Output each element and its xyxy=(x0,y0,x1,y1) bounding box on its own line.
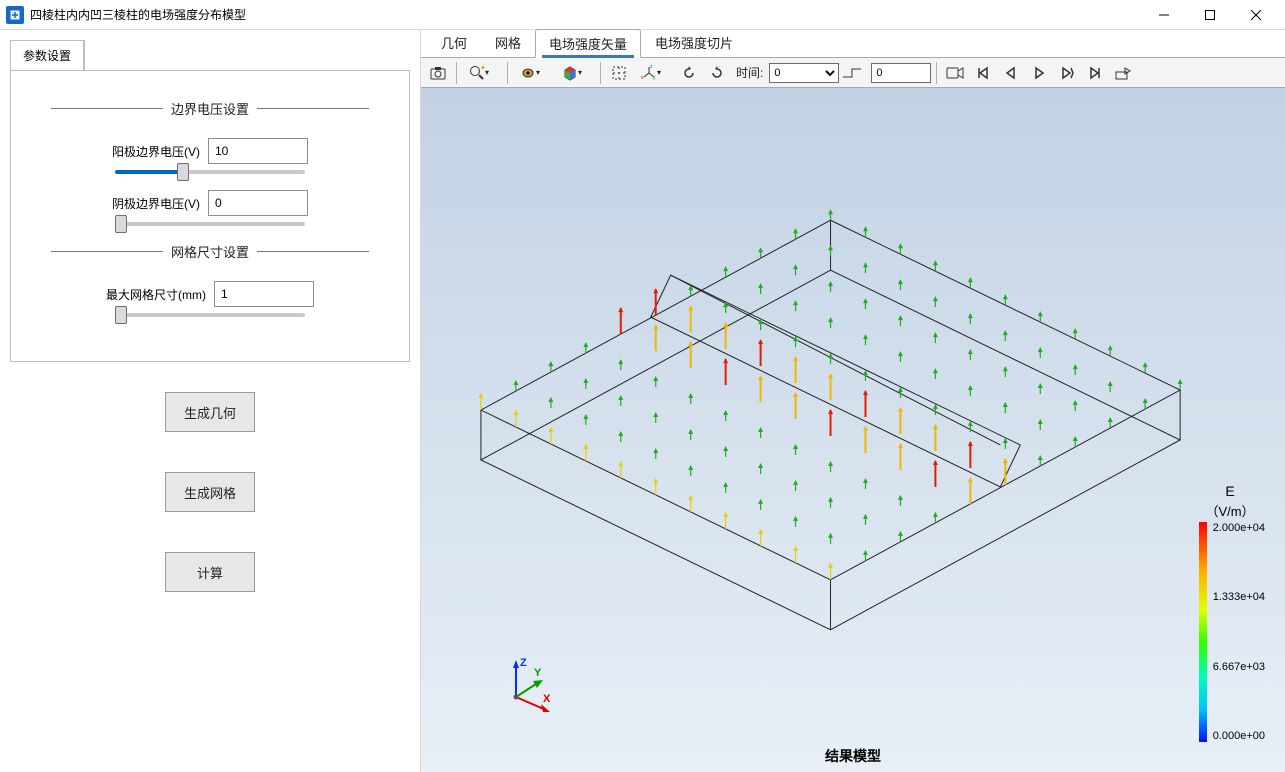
max-mesh-input[interactable] xyxy=(214,281,314,307)
svg-text:y: y xyxy=(653,75,656,81)
group-voltage: 边界电压设置 阳极边界电压(V) 阴极边界电压(V) xyxy=(51,99,369,226)
rotate-cw-icon[interactable] xyxy=(704,61,730,85)
tab-geometry[interactable]: 几何 xyxy=(427,28,481,57)
colorbar-unit: （V/m） xyxy=(1195,501,1265,520)
axis-gizmo: Z X Y xyxy=(501,652,561,712)
play-icon[interactable] xyxy=(1026,61,1052,85)
maximize-button[interactable] xyxy=(1187,0,1233,30)
viewer-3d[interactable]: Z X Y E （V/m） 2.000e+04 1.333e+04 6.667e… xyxy=(421,88,1285,772)
action-buttons: 生成几何 生成网格 计算 xyxy=(10,392,410,592)
colorbar: E （V/m） 2.000e+04 1.333e+04 6.667e+03 0.… xyxy=(1195,483,1265,742)
anode-voltage-label: 阳极边界电压(V) xyxy=(112,143,200,160)
anode-voltage-input[interactable] xyxy=(208,138,308,164)
tab-efield-vector[interactable]: 电场强度矢量 xyxy=(535,29,641,58)
titlebar: 四棱柱内内凹三棱柱的电场强度分布模型 xyxy=(0,0,1285,30)
group-mesh: 网格尺寸设置 最大网格尺寸(mm) xyxy=(51,242,369,317)
cathode-voltage-label: 阴极边界电压(V) xyxy=(112,195,200,212)
left-tabs: 参数设置 xyxy=(10,40,85,71)
svg-text:Z: Z xyxy=(520,657,527,669)
snapshot-icon[interactable] xyxy=(425,61,451,85)
svg-text:X: X xyxy=(543,693,551,705)
cube-icon[interactable]: ▾ xyxy=(555,61,595,85)
generate-geometry-button[interactable]: 生成几何 xyxy=(165,392,255,432)
close-button[interactable] xyxy=(1233,0,1279,30)
next-frame-icon[interactable] xyxy=(1054,61,1080,85)
fit-view-icon[interactable] xyxy=(606,61,632,85)
svg-text:Y: Y xyxy=(534,667,542,679)
colorbar-strip xyxy=(1199,522,1207,742)
window-title: 四棱柱内内凹三棱柱的电场强度分布模型 xyxy=(30,6,1141,23)
tab-efield-slice[interactable]: 电场强度切片 xyxy=(641,28,747,57)
record-icon[interactable] xyxy=(942,61,968,85)
rotate-ccw-icon[interactable] xyxy=(676,61,702,85)
zoom-icon[interactable]: ✦▾ xyxy=(462,61,502,85)
settings-box: 边界电压设置 阳极边界电压(V) 阴极边界电压(V) 网格尺寸设 xyxy=(10,70,410,362)
tab-params[interactable]: 参数设置 xyxy=(11,41,84,70)
svg-text:x: x xyxy=(641,75,644,81)
time-input[interactable] xyxy=(871,63,931,83)
select-icon[interactable]: ▾ xyxy=(513,61,553,85)
prev-frame-icon[interactable] xyxy=(998,61,1024,85)
viewer-toolbar: ✦▾ ▾ ▾ zxy▾ 时间: 0 xyxy=(421,58,1285,88)
svg-text:z: z xyxy=(650,65,653,70)
first-frame-icon[interactable] xyxy=(970,61,996,85)
cathode-voltage-slider[interactable] xyxy=(115,222,305,226)
step-icon xyxy=(841,66,869,80)
max-mesh-label: 最大网格尺寸(mm) xyxy=(106,286,206,303)
right-tabs: 几何 网格 电场强度矢量 电场强度切片 xyxy=(421,30,1285,58)
anode-voltage-slider[interactable] xyxy=(115,170,305,174)
colorbar-label: E xyxy=(1195,483,1265,499)
colorbar-ticks: 2.000e+04 1.333e+04 6.667e+03 0.000e+00 xyxy=(1213,522,1265,742)
cathode-voltage-input[interactable] xyxy=(208,190,308,216)
compute-button[interactable]: 计算 xyxy=(165,552,255,592)
last-frame-icon[interactable] xyxy=(1082,61,1108,85)
group-mesh-title: 网格尺寸设置 xyxy=(163,242,257,261)
time-select[interactable]: 0 xyxy=(769,63,839,83)
max-mesh-slider[interactable] xyxy=(115,313,305,317)
app-icon xyxy=(6,6,24,24)
right-panel: 几何 网格 电场强度矢量 电场强度切片 ✦▾ ▾ ▾ zxy▾ 时间: 0 xyxy=(420,30,1285,772)
tab-mesh[interactable]: 网格 xyxy=(481,28,535,57)
generate-mesh-button[interactable]: 生成网格 xyxy=(165,472,255,512)
left-panel: 参数设置 边界电压设置 阳极边界电压(V) 阴极边界电压(V) xyxy=(0,30,420,772)
time-label: 时间: xyxy=(736,64,763,81)
export-icon[interactable] xyxy=(1110,61,1136,85)
group-voltage-title: 边界电压设置 xyxy=(163,99,257,118)
minimize-button[interactable] xyxy=(1141,0,1187,30)
axes-view-icon[interactable]: zxy▾ xyxy=(634,61,674,85)
result-title: 结果模型 xyxy=(825,746,881,766)
